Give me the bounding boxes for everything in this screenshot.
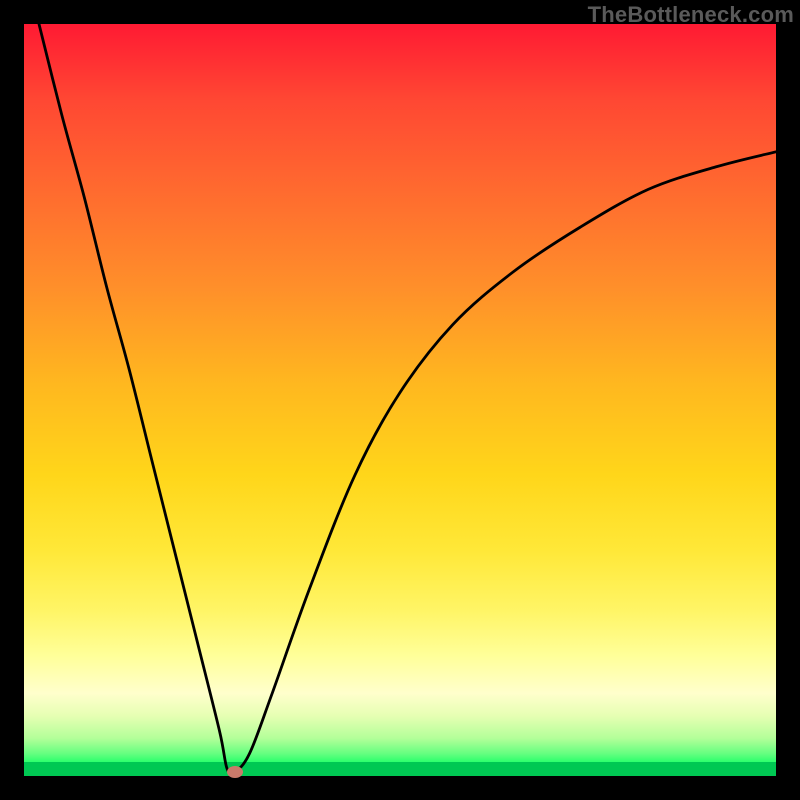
chart-plot-area bbox=[24, 24, 776, 776]
bottleneck-curve bbox=[24, 24, 776, 776]
optimal-point-marker bbox=[227, 766, 243, 778]
